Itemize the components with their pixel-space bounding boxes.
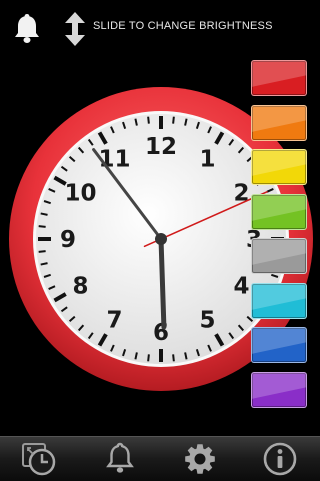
clock-numeral: 10 <box>64 181 96 207</box>
minute-hand <box>158 236 167 330</box>
minor-tick <box>134 118 138 126</box>
clock-numeral: 12 <box>145 134 177 160</box>
minor-tick <box>38 250 46 253</box>
color-swatches <box>251 60 309 416</box>
swatch-red[interactable] <box>251 60 307 96</box>
swatch-orange[interactable] <box>251 104 307 141</box>
tab-bar <box>0 436 320 481</box>
clock-numeral: 9 <box>60 227 76 253</box>
clock-numeral: 11 <box>98 146 130 172</box>
minor-tick <box>38 225 46 228</box>
minor-tick <box>172 354 175 362</box>
minor-tick <box>184 352 188 360</box>
brightness-hint: SLIDE TO CHANGE BRIGHTNESS <box>93 20 273 32</box>
clock-numeral: 1 <box>199 146 215 172</box>
minor-tick <box>134 352 138 360</box>
vertical-arrows-icon <box>65 12 85 46</box>
gear-icon[interactable] <box>180 441 220 477</box>
clock-numeral: 6 <box>153 320 169 346</box>
swatch-purple[interactable] <box>251 371 307 408</box>
clock-numeral: 8 <box>72 274 88 300</box>
minor-tick <box>147 354 150 362</box>
minor-tick <box>172 116 175 124</box>
swatch-blue[interactable] <box>251 327 307 363</box>
swatch-green[interactable] <box>251 193 307 230</box>
timer-icon[interactable] <box>20 441 60 477</box>
top-bar: SLIDE TO CHANGE BRIGHTNESS <box>0 0 320 56</box>
clock-numeral: 4 <box>234 274 250 300</box>
minor-tick <box>40 212 48 216</box>
minor-tick <box>184 118 188 126</box>
info-icon[interactable] <box>260 441 300 477</box>
swatch-cyan[interactable] <box>251 282 307 319</box>
minor-tick <box>40 262 48 266</box>
minor-tick <box>147 116 150 124</box>
swatch-yellow[interactable] <box>251 149 307 185</box>
bell-icon[interactable] <box>12 12 42 44</box>
clock-numeral: 5 <box>199 308 215 334</box>
clock-numeral: 7 <box>106 308 122 334</box>
bell-icon[interactable] <box>100 441 140 477</box>
center-cap <box>155 233 167 245</box>
swatch-gray[interactable] <box>251 238 307 274</box>
